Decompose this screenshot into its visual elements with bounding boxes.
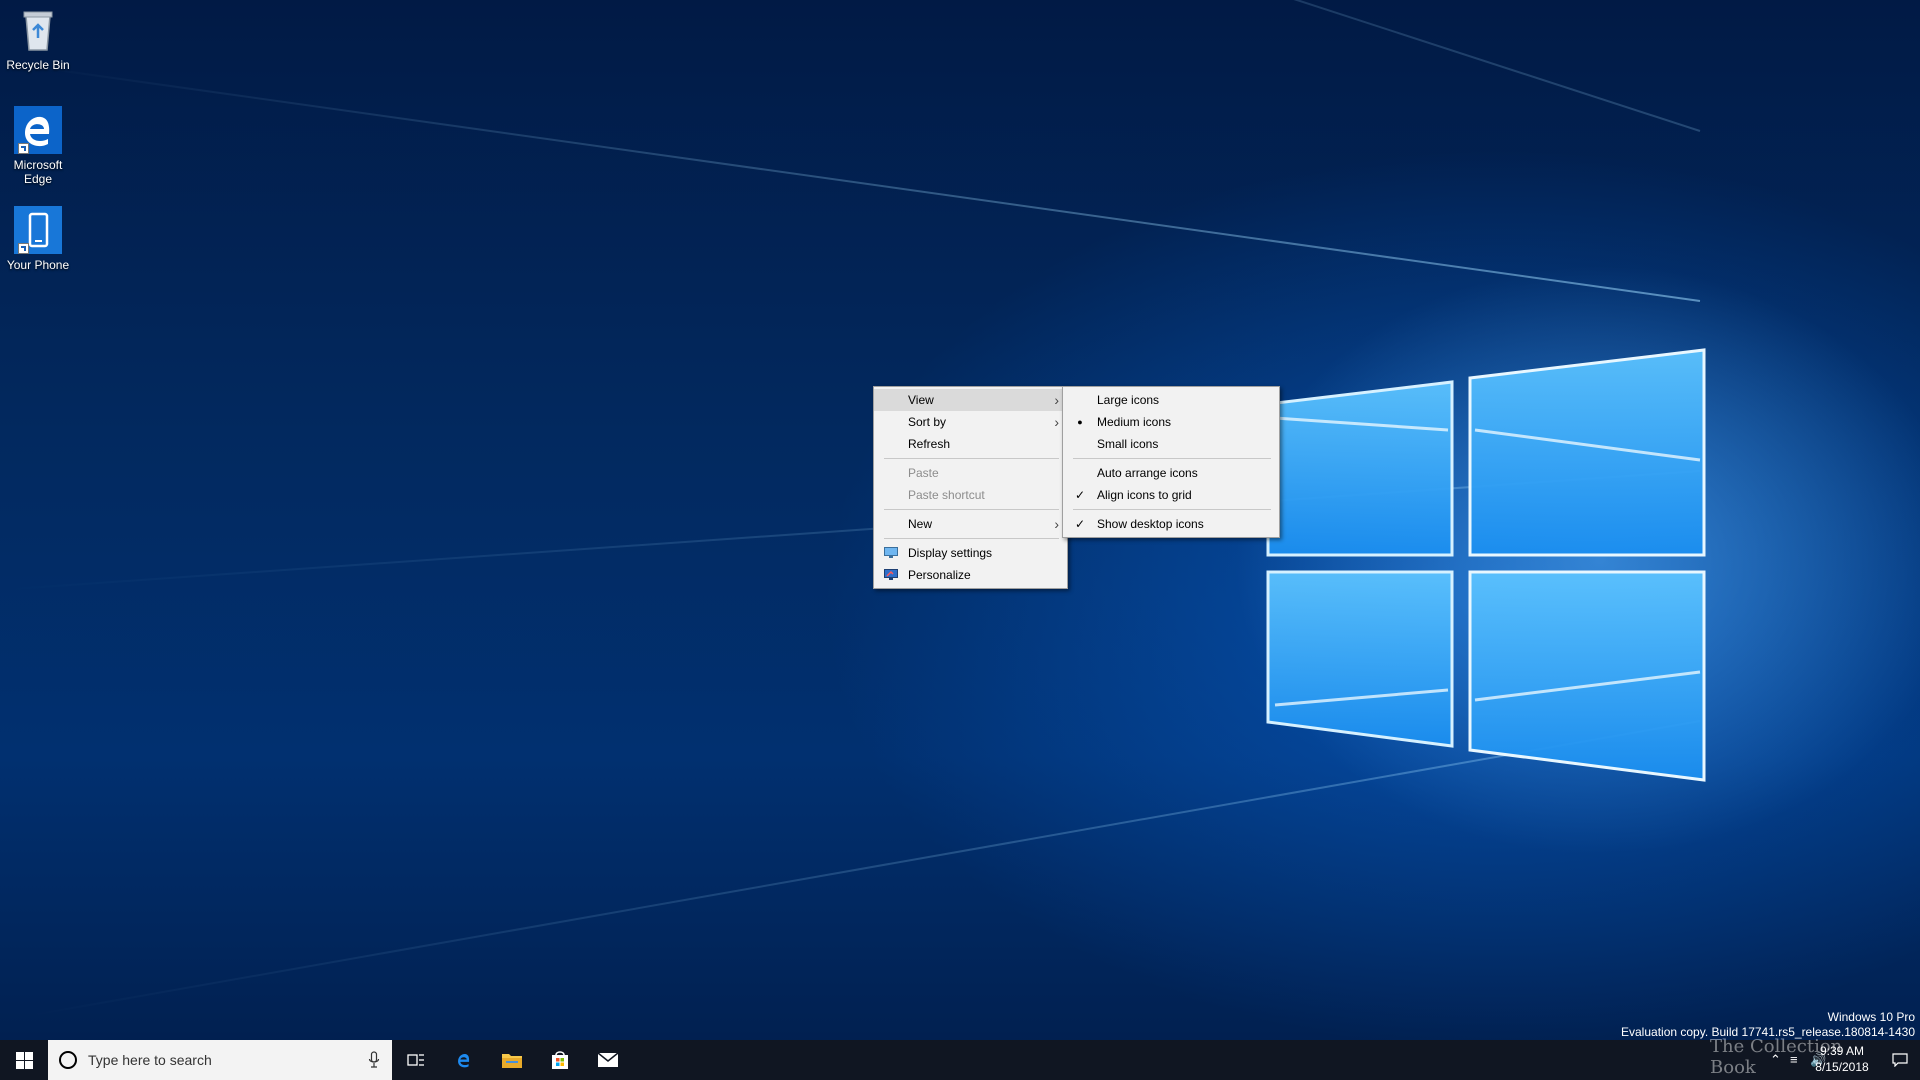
menu-item-label: Paste bbox=[908, 466, 939, 480]
submenu-item-small-icons[interactable]: Small icons bbox=[1063, 433, 1279, 455]
menu-item-label: Personalize bbox=[908, 568, 971, 582]
edge-icon bbox=[458, 1053, 470, 1068]
desktop-icon-your-phone[interactable]: Your Phone bbox=[4, 206, 72, 272]
system-tray: The Collection Book ⌃ ≡ 🔊 9:39 AM 8/15/2… bbox=[1710, 1036, 1920, 1080]
desktop-icon-label: Your Phone bbox=[6, 258, 70, 272]
menu-item-label: Align icons to grid bbox=[1097, 488, 1192, 502]
menu-item-label: Display settings bbox=[908, 546, 993, 560]
file-explorer-icon bbox=[502, 1054, 522, 1068]
menu-item-paste: Paste bbox=[874, 462, 1067, 484]
taskbar: Type here to search The Collection Book … bbox=[0, 1036, 1920, 1080]
network-icon[interactable]: ≡ bbox=[1790, 1052, 1798, 1068]
windows-edition-text: Windows 10 Pro bbox=[1827, 1010, 1915, 1024]
chevron-right-icon: › bbox=[1054, 392, 1059, 408]
phone-icon bbox=[14, 206, 62, 254]
menu-item-refresh[interactable]: Refresh bbox=[874, 433, 1067, 455]
taskbar-search-box[interactable]: Type here to search bbox=[48, 1040, 392, 1080]
submenu-item-auto-arrange[interactable]: Auto arrange icons bbox=[1063, 462, 1279, 484]
menu-item-label: Sort by bbox=[908, 415, 947, 429]
menu-item-label: Show desktop icons bbox=[1097, 517, 1204, 531]
recycle-bin-icon bbox=[14, 6, 62, 54]
menu-item-label: Large icons bbox=[1097, 393, 1160, 407]
task-view-button[interactable] bbox=[392, 1040, 440, 1080]
view-submenu: Large icons ● Medium icons Small icons A… bbox=[1062, 386, 1280, 538]
task-view-icon bbox=[407, 1054, 424, 1066]
menu-item-label: New bbox=[908, 517, 933, 531]
desktop-context-menu: View › Sort by › Refresh Paste Paste sho… bbox=[873, 386, 1068, 589]
menu-separator bbox=[1073, 458, 1271, 459]
chevron-right-icon: › bbox=[1054, 414, 1059, 430]
chevron-right-icon: › bbox=[1054, 516, 1059, 532]
menu-item-sort-by[interactable]: Sort by › bbox=[874, 411, 1067, 433]
taskbar-mail-button[interactable] bbox=[584, 1040, 632, 1080]
menu-item-personalize[interactable]: Personalize bbox=[874, 564, 1067, 586]
search-placeholder: Type here to search bbox=[88, 1052, 212, 1068]
menu-item-label: Auto arrange icons bbox=[1097, 466, 1198, 480]
menu-item-label: Small icons bbox=[1097, 437, 1159, 451]
menu-item-paste-shortcut: Paste shortcut bbox=[874, 484, 1067, 506]
microphone-icon[interactable] bbox=[368, 1051, 380, 1069]
action-center-icon[interactable] bbox=[1892, 1053, 1908, 1067]
menu-item-display-settings[interactable]: Display settings bbox=[874, 542, 1067, 564]
menu-separator bbox=[884, 458, 1059, 459]
desktop-icon-recycle-bin[interactable]: Recycle Bin bbox=[4, 6, 72, 72]
clock-date: 8/15/2018 bbox=[1815, 1060, 1869, 1074]
radio-bullet-icon: ● bbox=[1077, 417, 1083, 427]
submenu-item-align-to-grid[interactable]: ✓ Align icons to grid bbox=[1063, 484, 1279, 506]
menu-item-view[interactable]: View › bbox=[874, 389, 1067, 411]
menu-item-label: View bbox=[908, 393, 934, 407]
display-settings-icon bbox=[884, 547, 898, 558]
menu-item-label: Paste shortcut bbox=[908, 488, 985, 502]
windows-start-icon bbox=[15, 1051, 33, 1069]
desktop-icon-label: Recycle Bin bbox=[6, 58, 70, 72]
store-icon bbox=[552, 1051, 568, 1069]
menu-item-label: Medium icons bbox=[1097, 415, 1172, 429]
taskbar-file-explorer-button[interactable] bbox=[488, 1040, 536, 1080]
submenu-item-large-icons[interactable]: Large icons bbox=[1063, 389, 1279, 411]
edge-icon bbox=[14, 106, 62, 154]
start-button[interactable] bbox=[0, 1040, 48, 1080]
show-hidden-icons-chevron-icon[interactable]: ⌃ bbox=[1770, 1052, 1781, 1068]
desktop[interactable]: Recycle Bin Microsoft Edge Your Phone Vi… bbox=[0, 0, 1920, 1080]
menu-separator bbox=[884, 509, 1059, 510]
checkmark-icon: ✓ bbox=[1074, 517, 1086, 531]
cortana-circle-icon bbox=[59, 1051, 77, 1069]
submenu-item-show-desktop-icons[interactable]: ✓ Show desktop icons bbox=[1063, 513, 1279, 535]
menu-item-new[interactable]: New › bbox=[874, 513, 1067, 535]
taskbar-store-button[interactable] bbox=[536, 1040, 584, 1080]
shortcut-arrow-icon bbox=[18, 243, 29, 254]
mail-icon bbox=[597, 1052, 619, 1067]
taskbar-clock[interactable]: 9:39 AM 8/15/2018 bbox=[1802, 1043, 1882, 1075]
desktop-icon-edge[interactable]: Microsoft Edge bbox=[4, 106, 72, 186]
submenu-item-medium-icons[interactable]: ● Medium icons bbox=[1063, 411, 1279, 433]
taskbar-edge-button[interactable] bbox=[440, 1040, 488, 1080]
desktop-icon-label: Microsoft Edge bbox=[13, 158, 63, 186]
menu-item-label: Refresh bbox=[908, 437, 951, 451]
menu-separator bbox=[884, 538, 1059, 539]
menu-separator bbox=[1073, 509, 1271, 510]
shortcut-arrow-icon bbox=[18, 143, 29, 154]
clock-time: 9:39 AM bbox=[1819, 1044, 1865, 1058]
checkmark-icon: ✓ bbox=[1074, 488, 1086, 502]
personalize-icon bbox=[884, 569, 898, 580]
